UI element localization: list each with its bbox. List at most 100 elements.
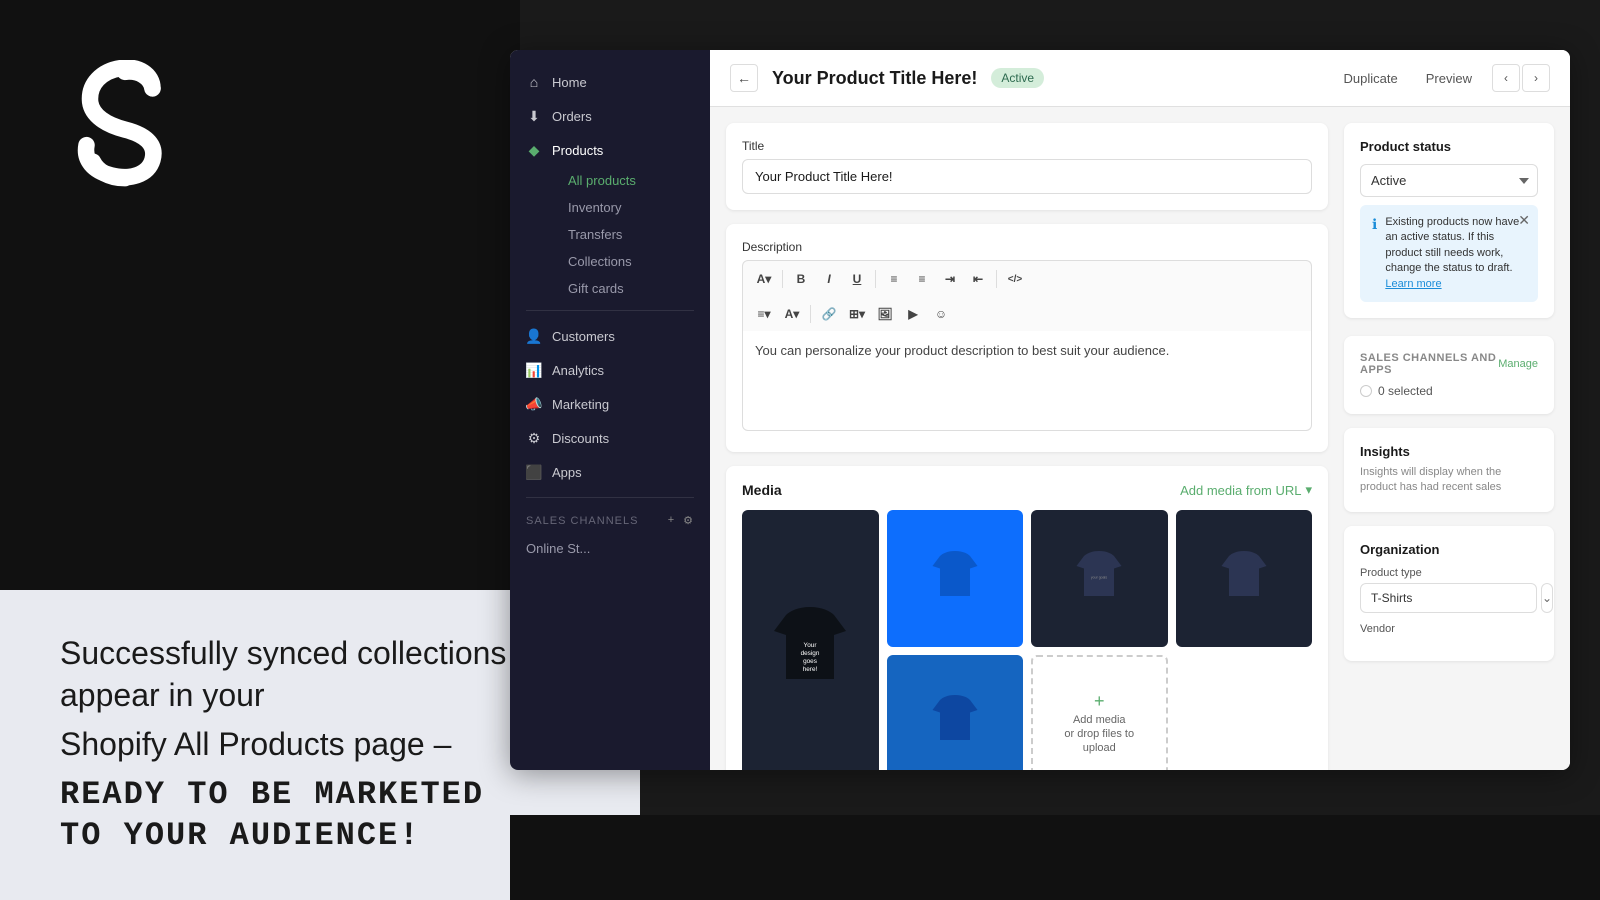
sales-channels-icons: + ⚙	[668, 514, 694, 527]
prev-arrow[interactable]: ‹	[1492, 64, 1520, 92]
italic-btn[interactable]: I	[816, 266, 842, 292]
text-color-btn[interactable]: A▾	[779, 301, 805, 327]
media-upload-placeholder[interactable]: + Add media or drop files to upload	[1031, 655, 1168, 771]
sidebar-item-marketing[interactable]: 📣 Marketing	[510, 387, 710, 421]
analytics-icon: 📊	[526, 362, 542, 378]
title-card: Title	[726, 123, 1328, 210]
insights-text: Insights will display when the product h…	[1360, 465, 1538, 496]
sidebar-item-customers[interactable]: 👤 Customers	[510, 319, 710, 353]
main-content: ← Your Product Title Here! Active Duplic…	[710, 50, 1570, 770]
sidebar-sub-collections[interactable]: Collections	[552, 248, 710, 275]
sidebar-item-apps[interactable]: ⬛ Apps	[510, 455, 710, 489]
sidebar-item-products[interactable]: ◆ Products	[510, 133, 710, 167]
sidebar-item-label: Home	[552, 75, 587, 90]
svg-text:here!: here!	[803, 666, 818, 673]
content-area: Title Description A▾ B I U ≡ ≡	[710, 107, 1570, 770]
title-input[interactable]	[742, 159, 1312, 194]
underline-btn[interactable]: U	[844, 266, 870, 292]
plus-icon[interactable]: +	[668, 514, 675, 527]
description-card: Description A▾ B I U ≡ ≡ ⇥ ⇤ </	[726, 224, 1328, 452]
vendor-field: Vendor	[1360, 623, 1538, 635]
sidebar-sub-inventory[interactable]: Inventory	[552, 194, 710, 221]
sidebar-item-orders[interactable]: ⬇ Orders	[510, 99, 710, 133]
upload-text-2: or drop files to	[1064, 728, 1134, 740]
product-type-label: Product type	[1360, 567, 1538, 579]
brand-logo	[70, 60, 180, 190]
bold-btn[interactable]: B	[788, 266, 814, 292]
unordered-list-btn[interactable]: ≡	[881, 266, 907, 292]
duplicate-button[interactable]: Duplicate	[1336, 66, 1406, 91]
align-center-btn[interactable]: ≡	[909, 266, 935, 292]
sidebar-sub-menu: All products Inventory Transfers Collect…	[510, 167, 710, 302]
description-textarea[interactable]	[742, 331, 1312, 431]
promo-text-line3: READY TO BE MARKETED	[60, 774, 580, 816]
sidebar-item-home[interactable]: ⌂ Home	[510, 65, 710, 99]
orders-icon: ⬇	[526, 108, 542, 124]
promo-text-line1: Successfully synced collections will app…	[60, 633, 580, 716]
discounts-icon: ⚙	[526, 430, 542, 446]
image-btn[interactable]: 🖼	[872, 301, 898, 327]
preview-button[interactable]: Preview	[1418, 66, 1480, 91]
toolbar-divider-4	[810, 305, 811, 323]
text-align-btn[interactable]: ≡▾	[751, 301, 777, 327]
video-btn[interactable]: ▶	[900, 301, 926, 327]
sidebar-divider	[526, 310, 694, 311]
settings-icon[interactable]: ⚙	[683, 514, 694, 527]
sidebar-item-discounts[interactable]: ⚙ Discounts	[510, 421, 710, 455]
sidebar-sub-transfers[interactable]: Transfers	[552, 221, 710, 248]
organization-card: Organization Product type ⌄ Vendor	[1344, 526, 1554, 661]
manage-btn[interactable]: Manage	[1498, 358, 1538, 370]
info-close-btn[interactable]: ✕	[1518, 213, 1530, 227]
organization-title: Organization	[1360, 542, 1538, 557]
topbar: ← Your Product Title Here! Active Duplic…	[710, 50, 1570, 107]
sidebar-item-label: Analytics	[552, 363, 604, 378]
table-btn[interactable]: ⊞▾	[844, 301, 870, 327]
emoji-btn[interactable]: ☺	[928, 301, 954, 327]
topbar-left: ← Your Product Title Here! Active	[730, 64, 1044, 92]
home-icon: ⌂	[526, 74, 542, 90]
link-btn[interactable]: 🔗	[816, 301, 842, 327]
sidebar-online-store[interactable]: Online St...	[510, 535, 710, 562]
media-item-2[interactable]	[887, 510, 1024, 647]
info-icon: ℹ	[1372, 216, 1377, 233]
sidebar-item-analytics[interactable]: 📊 Analytics	[510, 353, 710, 387]
media-header: Media Add media from URL ▾	[742, 482, 1312, 498]
tshirt-svg-4	[1219, 551, 1269, 606]
learn-more-link[interactable]: Learn more	[1385, 278, 1441, 290]
next-arrow[interactable]: ›	[1522, 64, 1550, 92]
font-btn[interactable]: A▾	[751, 266, 777, 292]
sc-selected: 0 selected	[1360, 384, 1538, 398]
title-label: Title	[742, 139, 1312, 153]
info-text: Existing products now have an active sta…	[1385, 215, 1526, 292]
sidebar-sub-all-products[interactable]: All products	[552, 167, 710, 194]
svg-text:design: design	[801, 650, 820, 657]
back-button[interactable]: ←	[730, 64, 758, 92]
indent-btn[interactable]: ⇥	[937, 266, 963, 292]
product-type-input[interactable]	[1360, 583, 1537, 613]
media-item-5[interactable]	[887, 655, 1024, 771]
product-type-btn[interactable]: ⌄	[1541, 583, 1553, 613]
status-select[interactable]: Active Draft	[1360, 164, 1538, 197]
left-column: Title Description A▾ B I U ≡ ≡	[726, 123, 1328, 770]
apps-icon: ⬛	[526, 464, 542, 480]
outdent-btn[interactable]: ⇤	[965, 266, 991, 292]
topbar-right: Duplicate Preview ‹ ›	[1336, 64, 1550, 92]
bottom-dark-strip	[510, 815, 1600, 900]
description-toolbar-row2: ≡▾ A▾ 🔗 ⊞▾ 🖼 ▶ ☺	[742, 297, 1312, 331]
toolbar-divider-2	[875, 270, 876, 288]
sidebar-item-label: Products	[552, 143, 603, 158]
description-toolbar-row1: A▾ B I U ≡ ≡ ⇥ ⇤ </>	[742, 260, 1312, 297]
sales-channels-label: SALES CHANNELS	[526, 515, 638, 527]
sidebar-sub-gift-cards[interactable]: Gift cards	[552, 275, 710, 302]
product-status-card: Product status Active Draft ℹ Existing p…	[1344, 123, 1554, 318]
media-item-4[interactable]	[1176, 510, 1313, 647]
upload-text-3: upload	[1083, 742, 1116, 754]
add-media-btn[interactable]: Add media from URL ▾	[1180, 482, 1312, 498]
vendor-label: Vendor	[1360, 623, 1538, 635]
tshirt-svg-3: your goals	[1074, 551, 1124, 606]
media-item-main[interactable]: Your design goes here!	[742, 510, 879, 770]
active-badge: Active	[991, 68, 1044, 88]
media-item-3[interactable]: your goals	[1031, 510, 1168, 647]
code-btn[interactable]: </>	[1002, 266, 1028, 292]
products-icon: ◆	[526, 142, 542, 158]
